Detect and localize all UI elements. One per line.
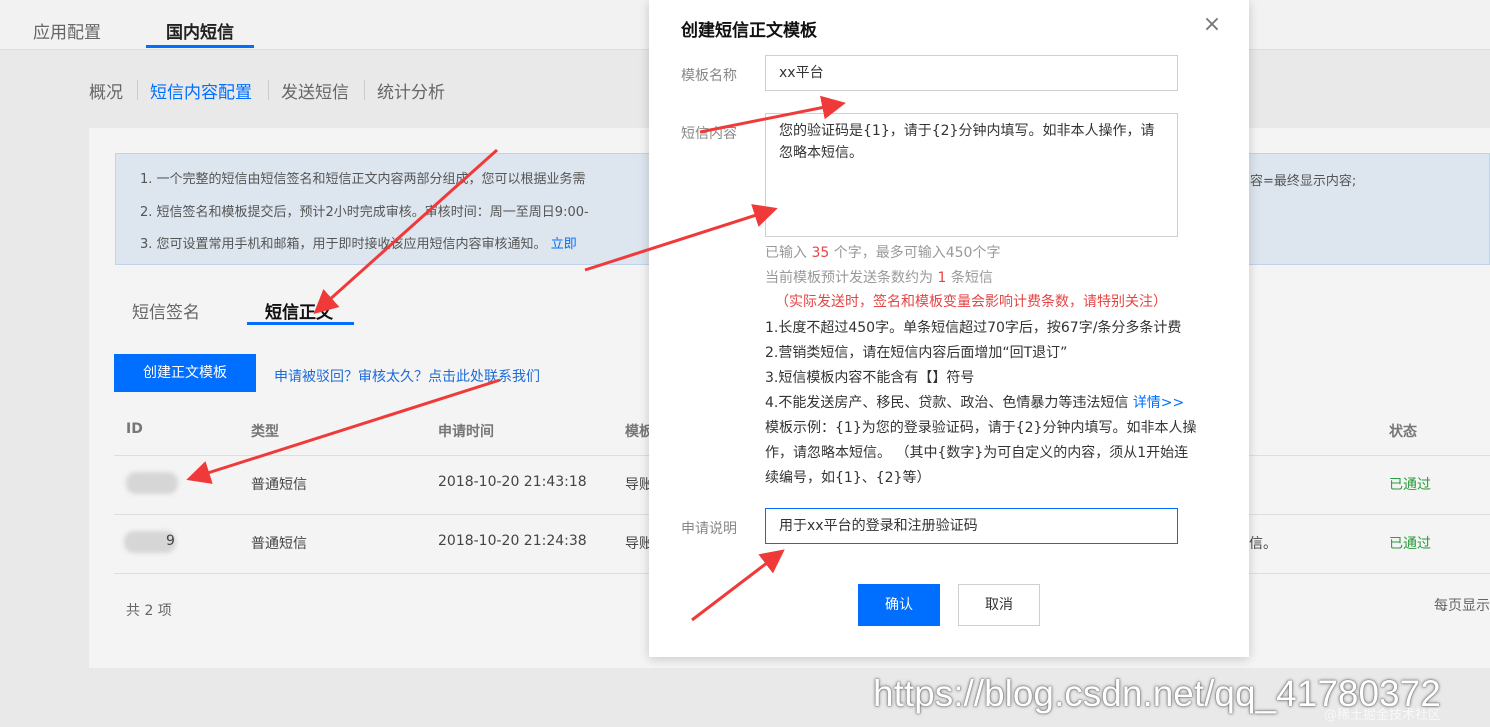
column-header-status: 状态 <box>1389 424 1417 440</box>
cell-status: 已通过 <box>1389 536 1431 552</box>
notice-line-2: 2. 短信签名和模板提交后，预计2小时完成审核。审核时间：周一至周日9:00- <box>140 205 589 220</box>
subnav-overview[interactable]: 概况 <box>89 78 123 103</box>
template-name-input[interactable]: xx平台 <box>765 55 1178 91</box>
confirm-button[interactable]: 确认 <box>858 584 940 626</box>
subnav-divider <box>137 80 138 100</box>
tab-sms-body[interactable]: 短信正文 <box>265 298 333 323</box>
cell-id: 9 <box>166 533 175 549</box>
subnav-send-sms[interactable]: 发送短信 <box>281 78 349 103</box>
billing-warning: （实际发送时，签名和模板变量会影响计费条数，请特别关注） <box>775 294 1167 310</box>
sms-content-label: 短信内容 <box>681 126 737 142</box>
create-template-button[interactable]: 创建正文模板 <box>114 354 256 392</box>
notice-link[interactable]: 立即 <box>551 237 577 252</box>
notice-line-3: 3. 您可设置常用手机和邮箱，用于即时接收该应用短信内容审核通知。 立即 <box>140 237 577 252</box>
rule-3: 3.短信模板内容不能含有【】符号 <box>765 370 975 386</box>
cell-type: 普通短信 <box>251 477 307 493</box>
watermark-source: @稀土掘金技术社区 <box>1324 708 1442 723</box>
cell-time: 2018-10-20 21:24:38 <box>438 533 587 549</box>
create-template-dialog: 创建短信正文模板 × 模板名称 xx平台 短信内容 您的验证码是{1}，请于{2… <box>649 0 1249 657</box>
rule-2: 2.营销类短信，请在短信内容后面增加“回T退订” <box>765 345 1068 361</box>
tab-active-indicator <box>247 322 354 325</box>
rule-4: 4.不能发送房产、移民、贷款、政治、色情暴力等违法短信 详情>> <box>765 395 1185 411</box>
table-total: 共 2 项 <box>126 603 172 619</box>
page-size-label: 每页显示 <box>1434 598 1490 614</box>
char-count-hint: 已输入 35 个字，最多可输入450个字 <box>765 245 1001 261</box>
cancel-button[interactable]: 取消 <box>958 584 1040 626</box>
subnav-sms-content[interactable]: 短信内容配置 <box>150 78 252 103</box>
redacted-id <box>126 472 178 494</box>
topnav-domestic-sms[interactable]: 国内短信 <box>166 18 234 43</box>
cell-time: 2018-10-20 21:43:18 <box>438 474 587 490</box>
example-line-2: 作，请忽略本短信。 （其中{数字}为可自定义的内容，须从1开始连 <box>765 445 1189 461</box>
subnav-divider <box>268 80 269 100</box>
topnav-app-config[interactable]: 应用配置 <box>33 18 101 43</box>
column-header-id: ID <box>126 421 143 437</box>
cell-type: 普通短信 <box>251 536 307 552</box>
sms-content-textarea[interactable]: 您的验证码是{1}，请于{2}分钟内填写。如非本人操作，请忽略本短信。 <box>765 113 1178 237</box>
example-line-3: 续编号，如{1}、{2}等） <box>765 470 931 486</box>
template-name-label: 模板名称 <box>681 68 737 84</box>
subnav-statistics[interactable]: 统计分析 <box>377 78 445 103</box>
dialog-title: 创建短信正文模板 <box>681 21 817 41</box>
close-icon[interactable]: × <box>1201 14 1223 36</box>
topnav-active-indicator <box>146 45 254 48</box>
cell-status: 已通过 <box>1389 477 1431 493</box>
notice-line-1: 1. 一个完整的短信由短信签名和短信正文内容两部分组成，您可以根据业务需 <box>140 172 586 187</box>
rule-1: 1.长度不超过450字。单条短信超过70字后，按67字/条分多条计费 <box>765 320 1182 336</box>
tab-sms-signature[interactable]: 短信签名 <box>132 298 200 323</box>
column-header-time: 申请时间 <box>438 424 494 440</box>
example-line-1: 模板示例：{1}为您的登录验证码，请于{2}分钟内填写。如非本人操 <box>765 420 1197 436</box>
sms-count-hint: 当前模板预计发送条数约为 1 条短信 <box>765 270 993 286</box>
notice-line-1-tail: 容=最终显示内容; <box>1250 174 1357 189</box>
subnav-divider <box>364 80 365 100</box>
cell-content-tail: 信。 <box>1249 536 1277 552</box>
column-header-type: 类型 <box>251 424 279 440</box>
description-label: 申请说明 <box>681 521 737 537</box>
contact-us-link[interactable]: 申请被驳回？审核太久？点击此处联系我们 <box>274 366 540 386</box>
description-input[interactable]: 用于xx平台的登录和注册验证码 <box>765 508 1178 544</box>
details-link[interactable]: 详情>> <box>1133 395 1184 411</box>
